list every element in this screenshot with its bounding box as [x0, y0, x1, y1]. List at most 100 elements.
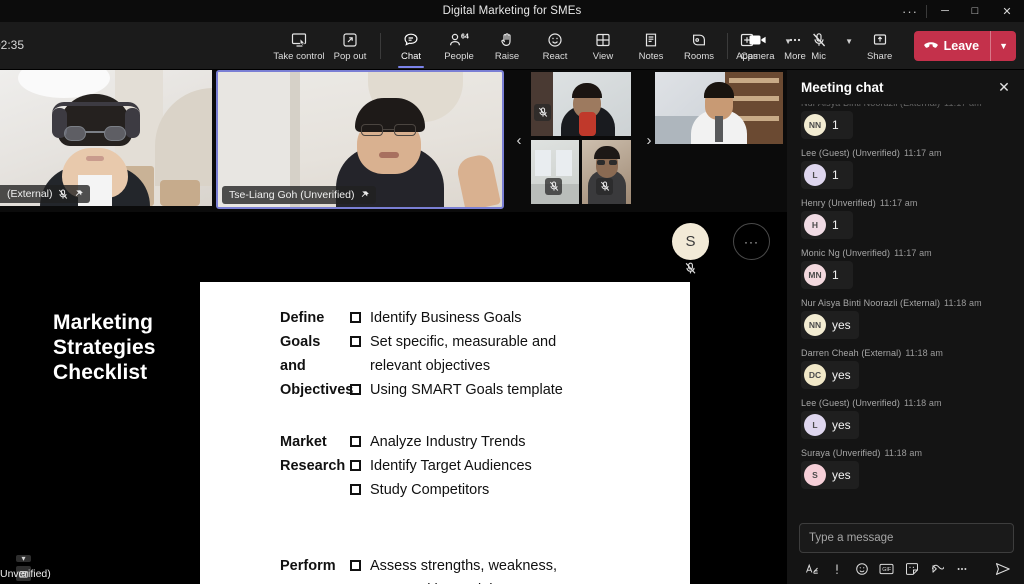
active-speaker-name: Tse-Liang Goh (Unverified) [229, 189, 355, 201]
take-control-label: Take control [273, 50, 325, 62]
mic-muted-icon [545, 178, 562, 195]
checklist-item: Using SMART Goals template [350, 378, 600, 402]
checklist-item: Identify Business Goals [350, 306, 600, 330]
notes-button[interactable]: Notes [627, 23, 675, 69]
checklist-item: Assess strengths, weakness, opportunitie… [350, 554, 600, 584]
chat-message-meta: Darren Cheah (External) 11:18 am [801, 348, 1018, 358]
checklist-item-text: Set specific, measurable and relevant ob… [370, 334, 557, 374]
loop-icon[interactable] [924, 559, 949, 578]
chat-icon [403, 31, 419, 50]
chat-header: Meeting chat ✕ [787, 70, 1024, 104]
compose-toolbar: GIF [799, 559, 1014, 578]
chat-message-text: 1 [832, 218, 839, 232]
tile-participant-6[interactable] [655, 72, 783, 144]
chat-time: 11:18 am [944, 298, 982, 308]
leave-label: Leave [943, 39, 980, 53]
chat-message-meta: Monic Ng (Unverified) 11:17 am [801, 248, 1018, 258]
mic-muted-icon [534, 104, 551, 121]
tile-participant-4[interactable] [531, 140, 579, 204]
window-title: Digital Marketing for SMEs [442, 5, 582, 17]
checkbox-icon [350, 312, 361, 323]
leave-button[interactable]: Leave ▼ [913, 31, 1016, 61]
chat-message: Nur Aisya Binti Noorazli (External) 11:17… [801, 104, 1018, 139]
toolbar-divider [380, 33, 381, 59]
video-strip-next-button[interactable]: › [640, 132, 658, 149]
tile-participant-5[interactable] [582, 140, 631, 204]
more-icon[interactable] [949, 559, 974, 578]
people-button[interactable]: 64 People [435, 23, 483, 69]
chat-message-body: DC yes [801, 361, 859, 389]
notes-label: Notes [638, 50, 664, 62]
send-icon[interactable] [992, 559, 1014, 578]
tile-avatar-participant[interactable]: S [672, 223, 709, 260]
camera-button[interactable]: Camera [734, 23, 782, 69]
chat-compose-area: Type a message GIF [787, 515, 1024, 584]
checkbox-icon [350, 336, 361, 347]
view-icon [595, 31, 611, 50]
pin-icon [359, 190, 370, 201]
raise-hand-icon [499, 31, 515, 50]
format-icon[interactable] [799, 559, 824, 578]
react-button[interactable]: React [531, 23, 579, 69]
avatar: H [804, 214, 826, 236]
mic-chevron-down-icon[interactable]: ▼ [843, 23, 856, 46]
mic-control[interactable]: Mic ▼ [795, 23, 856, 69]
shared-slide[interactable]: Marketing Strategies Checklist Define Goal… [0, 282, 690, 584]
chat-button[interactable]: Chat [387, 23, 435, 69]
checkbox-icon [350, 560, 361, 571]
chat-time: 11:18 am [905, 348, 944, 358]
take-control-icon [291, 31, 308, 50]
slide-title-panel: Marketing Strategies Checklist [12, 282, 200, 584]
avatar: NN [804, 114, 826, 136]
camera-control[interactable]: Camera ▼ [734, 23, 795, 69]
active-speaker-name-chip: Tse-Liang Goh (Unverified) [222, 186, 377, 204]
rooms-button[interactable]: Rooms [675, 23, 723, 69]
close-icon[interactable]: ✕ [994, 79, 1014, 96]
giphy-icon[interactable]: GIF [874, 559, 899, 578]
checklist-item-text: Identify Business Goals [370, 310, 522, 326]
chat-message-meta: Lee (Guest) (Unverified) 11:18 am [801, 398, 1018, 408]
checkbox-icon [350, 436, 361, 447]
chat-message-text: yes [832, 418, 851, 432]
avatar: NN [804, 314, 826, 336]
emoji-icon[interactable] [849, 559, 874, 578]
react-icon [547, 31, 563, 50]
chat-message-list[interactable]: Nur Aisya Binti Noorazli (External) 11:17… [787, 104, 1024, 515]
camera-label: Camera [740, 50, 775, 62]
camera-chevron-down-icon[interactable]: ▼ [782, 23, 795, 46]
slide-section-heading: PerformSWOT Analysis [280, 558, 336, 584]
chat-author: Monic Ng (Unverified) [801, 248, 891, 258]
take-control-button[interactable]: Take control [272, 23, 326, 69]
view-button[interactable]: View [579, 23, 627, 69]
sticker-icon[interactable] [899, 559, 924, 578]
chat-message-body: NN 1 [801, 111, 853, 139]
checkbox-icon [350, 460, 361, 471]
mic-button[interactable]: Mic [795, 23, 843, 69]
tile-participant-1[interactable]: (External) [0, 70, 212, 206]
video-strip-prev-button[interactable]: ‹ [510, 132, 528, 149]
chat-message-body: H 1 [801, 211, 853, 239]
chat-message-meta: Suraya (Unverified) 11:18 am [801, 448, 1018, 458]
view-label: View [592, 50, 614, 62]
tile-overflow-button[interactable]: ··· [733, 223, 770, 260]
slide-title: Marketing Strategies Checklist [53, 311, 156, 384]
important-icon[interactable] [824, 559, 849, 578]
checklist-item-text: Study Competitors [370, 482, 490, 498]
mic-muted-icon [811, 31, 827, 50]
chat-time: 11:17 am [903, 148, 942, 158]
checkbox-icon [350, 484, 361, 495]
collapse-icon[interactable]: ▾ [16, 554, 31, 563]
raise-hand-button[interactable]: Raise [483, 23, 531, 69]
chat-message-body: NN yes [801, 311, 859, 339]
pop-out-button[interactable]: Pop out [326, 23, 374, 69]
share-button[interactable]: Share [856, 23, 904, 69]
leave-main[interactable]: Leave [914, 31, 990, 61]
chat-author: Lee (Guest) (Unverified) [801, 398, 900, 408]
chat-message-body: MN 1 [801, 261, 853, 289]
camera-icon [748, 31, 768, 50]
tile-active-speaker[interactable]: Tse-Liang Goh (Unverified) [216, 70, 504, 209]
message-input[interactable]: Type a message [799, 523, 1014, 553]
leave-chevron-down-icon[interactable]: ▼ [991, 31, 1016, 61]
avatar: L [804, 414, 826, 436]
tile-participant-3[interactable] [531, 72, 631, 136]
